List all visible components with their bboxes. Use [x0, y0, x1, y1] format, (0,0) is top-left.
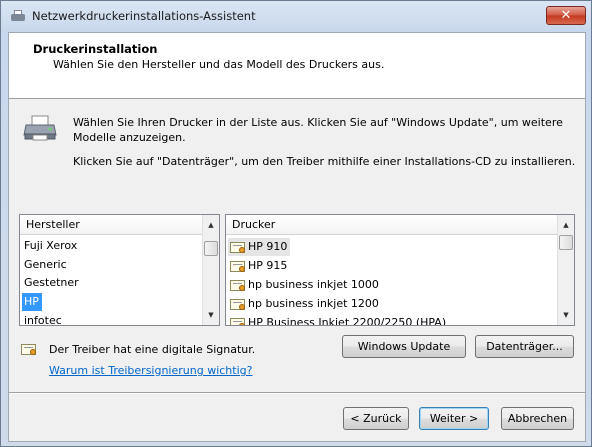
separator	[9, 392, 585, 394]
printer-icon	[10, 9, 26, 23]
close-button[interactable]: ✕	[546, 6, 586, 25]
windows-update-button[interactable]: Windows Update	[342, 335, 466, 358]
page-title: Druckerinstallation	[33, 42, 158, 56]
printer-scrollbar[interactable]: ▲ ▼	[557, 215, 574, 325]
scroll-up-icon[interactable]: ▲	[558, 217, 574, 233]
have-disk-button[interactable]: Datenträger...	[475, 335, 574, 358]
printer-list-header[interactable]: Drucker	[226, 215, 557, 235]
signature-status-text: Der Treiber hat eine digitale Signatur.	[49, 343, 256, 356]
instruction-text-2: Klicken Sie auf "Datenträger", um den Tr…	[73, 155, 576, 168]
list-item[interactable]: Gestetner	[22, 274, 82, 292]
driver-signing-link[interactable]: Warum ist Treibersignierung wichtig?	[49, 364, 252, 377]
list-item[interactable]: Fuji Xerox	[22, 237, 80, 255]
certificate-icon	[230, 298, 246, 311]
certificate-icon	[230, 241, 246, 254]
list-item[interactable]: hp business inkjet 1200	[228, 295, 382, 313]
manufacturer-list-header[interactable]: Hersteller	[20, 215, 202, 235]
page-subtitle: Wählen Sie den Hersteller und das Modell…	[53, 58, 385, 71]
instruction-text-1: Wählen Sie Ihren Drucker in der Liste au…	[73, 116, 563, 144]
printer-list[interactable]: Drucker HP 910 HP 915 hp business inkjet…	[225, 214, 575, 326]
window-title: Netzwerkdruckerinstallations-Assistent	[32, 9, 256, 23]
list-item[interactable]: HP Business Inkjet 2200/2250 (HPA)	[228, 314, 449, 325]
certificate-icon	[230, 279, 246, 292]
title-bar[interactable]: Netzwerkdruckerinstallations-Assistent ✕	[2, 2, 590, 30]
certificate-icon	[21, 343, 37, 356]
list-item-selected[interactable]: HP	[22, 293, 42, 311]
scroll-up-icon[interactable]: ▲	[203, 217, 219, 233]
manufacturer-scrollbar[interactable]: ▲ ▼	[202, 215, 219, 325]
list-item[interactable]: HP 915	[228, 257, 290, 275]
wizard-header: Druckerinstallation Wählen Sie den Herst…	[9, 33, 585, 99]
certificate-icon	[230, 317, 246, 325]
cancel-button[interactable]: Abbrechen	[501, 407, 574, 430]
printer-icon	[23, 115, 57, 141]
manufacturer-list[interactable]: Hersteller Fuji Xerox Generic Gestetner …	[19, 214, 220, 326]
wizard-window: Netzwerkdruckerinstallations-Assistent ✕…	[0, 0, 592, 447]
next-button[interactable]: Weiter >	[419, 407, 489, 430]
wizard-client-area: Druckerinstallation Wählen Sie den Herst…	[8, 32, 586, 442]
scroll-thumb[interactable]	[559, 235, 573, 250]
list-item[interactable]: Generic	[22, 256, 70, 274]
list-item-selected[interactable]: HP 910	[228, 238, 291, 256]
scroll-down-icon[interactable]: ▼	[203, 307, 219, 323]
list-item[interactable]: infotec	[22, 312, 65, 325]
scroll-thumb[interactable]	[204, 241, 218, 256]
certificate-icon	[230, 260, 246, 273]
list-item[interactable]: hp business inkjet 1000	[228, 276, 382, 294]
scroll-down-icon[interactable]: ▼	[558, 307, 574, 323]
back-button[interactable]: < Zurück	[343, 407, 409, 430]
